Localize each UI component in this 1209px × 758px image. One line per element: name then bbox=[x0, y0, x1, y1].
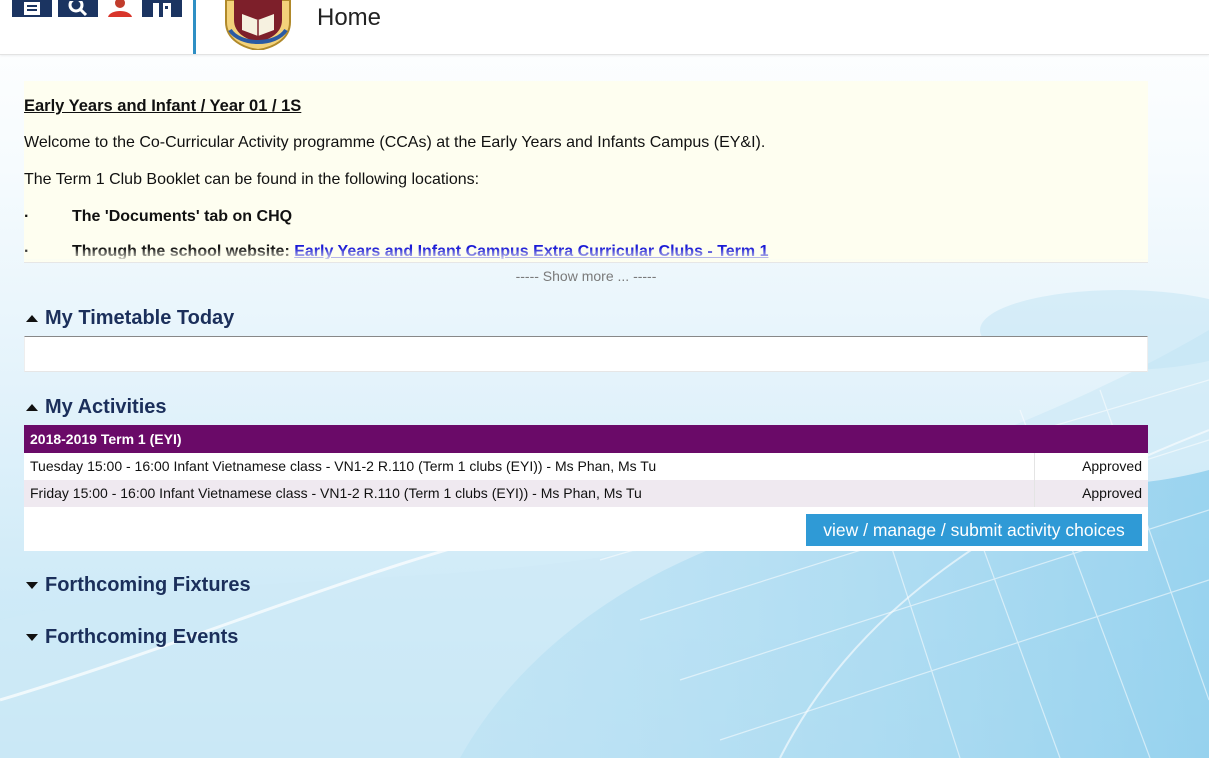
collapse-arrow-icon bbox=[26, 315, 38, 322]
expand-arrow-icon bbox=[26, 582, 38, 589]
section-title: My Activities bbox=[45, 396, 167, 418]
activity-status: Approved bbox=[1082, 485, 1142, 501]
collapse-arrow-icon bbox=[26, 404, 38, 411]
column-separator bbox=[1034, 480, 1035, 507]
activity-description: Friday 15:00 - 16:00 Infant Vietnamese c… bbox=[30, 485, 642, 501]
school-crest-logo[interactable] bbox=[216, 0, 300, 50]
section-title: Forthcoming Events bbox=[45, 626, 239, 648]
bullet-documents-text: The 'Documents' tab on CHQ bbox=[72, 208, 293, 225]
document-icon[interactable] bbox=[12, 0, 52, 17]
section-header-fixtures[interactable]: Forthcoming Fixtures bbox=[26, 574, 251, 597]
section-header-timetable[interactable]: My Timetable Today bbox=[26, 307, 234, 330]
timetable-panel bbox=[24, 336, 1148, 372]
section-header-activities[interactable]: My Activities bbox=[26, 396, 167, 419]
activities-panel: 2018-2019 Term 1 (EYI) Tuesday 15:00 - 1… bbox=[24, 425, 1148, 551]
building-icon[interactable] bbox=[142, 0, 182, 17]
term-header: 2018-2019 Term 1 (EYI) bbox=[24, 425, 1148, 453]
expand-arrow-icon bbox=[26, 634, 38, 641]
user-icon[interactable] bbox=[104, 0, 136, 17]
welcome-notice: Early Years and Infant / Year 01 / 1S We… bbox=[24, 81, 1148, 259]
bullet-marker: · bbox=[24, 208, 30, 225]
table-row[interactable]: Tuesday 15:00 - 16:00 Infant Vietnamese … bbox=[24, 453, 1148, 481]
activity-status: Approved bbox=[1082, 458, 1142, 474]
notice-booklet-text: The Term 1 Club Booklet can be found in … bbox=[24, 171, 480, 188]
section-title: My Timetable Today bbox=[45, 307, 235, 329]
top-bar: Home bbox=[0, 0, 1209, 55]
show-more-link[interactable]: ----- Show more ... ----- bbox=[24, 268, 1148, 284]
manage-activity-choices-button[interactable]: view / manage / submit activity choices bbox=[806, 514, 1142, 546]
notice-heading: Early Years and Infant / Year 01 / 1S bbox=[24, 97, 302, 115]
notice-fade bbox=[24, 248, 1148, 263]
section-title: Forthcoming Fixtures bbox=[45, 574, 251, 596]
column-separator bbox=[1034, 453, 1035, 480]
section-header-events[interactable]: Forthcoming Events bbox=[26, 626, 238, 649]
header-divider bbox=[193, 0, 196, 54]
page-title: Home bbox=[317, 4, 382, 31]
search-icon[interactable] bbox=[58, 0, 98, 17]
activity-description: Tuesday 15:00 - 16:00 Infant Vietnamese … bbox=[30, 458, 657, 474]
table-row[interactable]: Friday 15:00 - 16:00 Infant Vietnamese c… bbox=[24, 480, 1148, 507]
notice-welcome-text: Welcome to the Co-Curricular Activity pr… bbox=[24, 134, 766, 151]
